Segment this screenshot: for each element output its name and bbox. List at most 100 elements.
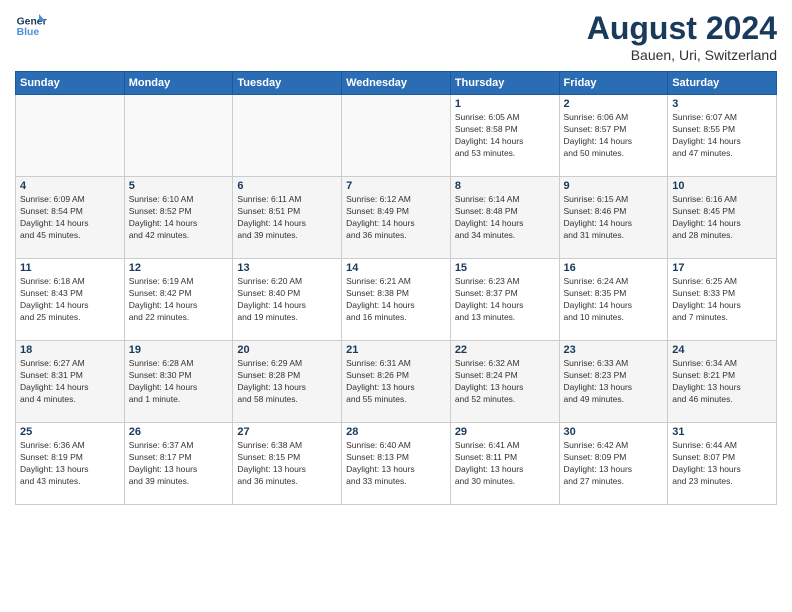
day-number: 26	[129, 426, 229, 438]
day-info: Sunrise: 6:37 AM Sunset: 8:17 PM Dayligh…	[129, 440, 229, 488]
day-info: Sunrise: 6:41 AM Sunset: 8:11 PM Dayligh…	[455, 440, 555, 488]
calendar-cell: 7Sunrise: 6:12 AM Sunset: 8:49 PM Daylig…	[342, 177, 451, 259]
day-number: 8	[455, 180, 555, 192]
day-number: 30	[564, 426, 664, 438]
calendar-cell: 22Sunrise: 6:32 AM Sunset: 8:24 PM Dayli…	[450, 341, 559, 423]
day-number: 22	[455, 344, 555, 356]
calendar-cell	[233, 95, 342, 177]
day-info: Sunrise: 6:27 AM Sunset: 8:31 PM Dayligh…	[20, 358, 120, 406]
day-number: 9	[564, 180, 664, 192]
day-number: 7	[346, 180, 446, 192]
calendar-cell: 23 Sunrise: 6:33 AM Sunset: 8:23 PM Dayli…	[559, 341, 668, 423]
calendar-cell: 26 Sunrise: 6:37 AM Sunset: 8:17 PM Dayli…	[124, 423, 233, 505]
day-number: 29	[455, 426, 555, 438]
day-info: Sunrise: 6:15 AM Sunset: 8:46 PM Dayligh…	[564, 194, 664, 242]
calendar-cell: 1 Sunrise: 6:05 AM Sunset: 8:58 PM Daylig…	[450, 95, 559, 177]
calendar-cell: 2Sunrise: 6:06 AM Sunset: 8:57 PM Daylig…	[559, 95, 668, 177]
day-number: 5	[129, 180, 229, 192]
calendar-cell: 20 Sunrise: 6:29 AM Sunset: 8:28 PM Dayli…	[233, 341, 342, 423]
day-number: 16	[564, 262, 664, 274]
day-number: 20	[237, 344, 337, 356]
day-number: 27	[237, 426, 337, 438]
day-info: Sunrise: 6:19 AM Sunset: 8:42 PM Dayligh…	[129, 276, 229, 324]
calendar-cell: 27Sunrise: 6:38 AM Sunset: 8:15 PM Dayli…	[233, 423, 342, 505]
day-number: 28	[346, 426, 446, 438]
day-number: 13	[237, 262, 337, 274]
calendar-cell: 9 Sunrise: 6:15 AM Sunset: 8:46 PM Daylig…	[559, 177, 668, 259]
day-of-week-header: Thursday	[450, 72, 559, 95]
calendar-week-row: 25Sunrise: 6:36 AM Sunset: 8:19 PM Dayli…	[16, 423, 777, 505]
calendar-cell	[16, 95, 125, 177]
day-number: 18	[20, 344, 120, 356]
main-container: General Blue August 2024 Bauen, Uri, Swi…	[0, 0, 792, 510]
day-info: Sunrise: 6:29 AM Sunset: 8:28 PM Dayligh…	[237, 358, 337, 406]
calendar-cell: 15Sunrise: 6:23 AM Sunset: 8:37 PM Dayli…	[450, 259, 559, 341]
day-number: 2	[564, 98, 664, 110]
day-number: 10	[672, 180, 772, 192]
calendar-week-row: 11Sunrise: 6:18 AM Sunset: 8:43 PM Dayli…	[16, 259, 777, 341]
day-info: Sunrise: 6:25 AM Sunset: 8:33 PM Dayligh…	[672, 276, 772, 324]
calendar-cell: 17 Sunrise: 6:25 AM Sunset: 8:33 PM Dayli…	[668, 259, 777, 341]
calendar-cell: 13 Sunrise: 6:20 AM Sunset: 8:40 PM Dayli…	[233, 259, 342, 341]
day-number: 21	[346, 344, 446, 356]
day-info: Sunrise: 6:18 AM Sunset: 8:43 PM Dayligh…	[20, 276, 120, 324]
header: General Blue August 2024 Bauen, Uri, Swi…	[15, 10, 777, 63]
day-info: Sunrise: 6:42 AM Sunset: 8:09 PM Dayligh…	[564, 440, 664, 488]
location: Bauen, Uri, Switzerland	[587, 47, 777, 63]
day-info: Sunrise: 6:16 AM Sunset: 8:45 PM Dayligh…	[672, 194, 772, 242]
day-of-week-header: Saturday	[668, 72, 777, 95]
day-of-week-header: Wednesday	[342, 72, 451, 95]
calendar-cell: 21 Sunrise: 6:31 AM Sunset: 8:26 PM Dayli…	[342, 341, 451, 423]
day-info: Sunrise: 6:09 AM Sunset: 8:54 PM Dayligh…	[20, 194, 120, 242]
day-number: 12	[129, 262, 229, 274]
svg-text:Blue: Blue	[17, 27, 40, 38]
day-of-week-header: Sunday	[16, 72, 125, 95]
day-number: 14	[346, 262, 446, 274]
calendar-table: SundayMondayTuesdayWednesdayThursdayFrid…	[15, 71, 777, 505]
day-info: Sunrise: 6:21 AM Sunset: 8:38 PM Dayligh…	[346, 276, 446, 324]
day-number: 1	[455, 98, 555, 110]
day-info: Sunrise: 6:34 AM Sunset: 8:21 PM Dayligh…	[672, 358, 772, 406]
day-number: 24	[672, 344, 772, 356]
calendar-cell: 29 Sunrise: 6:41 AM Sunset: 8:11 PM Dayli…	[450, 423, 559, 505]
calendar-cell: 10 Sunrise: 6:16 AM Sunset: 8:45 PM Dayli…	[668, 177, 777, 259]
calendar-week-row: 4 Sunrise: 6:09 AM Sunset: 8:54 PM Daylig…	[16, 177, 777, 259]
day-number: 25	[20, 426, 120, 438]
day-number: 17	[672, 262, 772, 274]
day-number: 31	[672, 426, 772, 438]
day-info: Sunrise: 6:20 AM Sunset: 8:40 PM Dayligh…	[237, 276, 337, 324]
day-info: Sunrise: 6:07 AM Sunset: 8:55 PM Dayligh…	[672, 112, 772, 160]
calendar-body: 1 Sunrise: 6:05 AM Sunset: 8:58 PM Daylig…	[16, 95, 777, 505]
day-info: Sunrise: 6:05 AM Sunset: 8:58 PM Dayligh…	[455, 112, 555, 160]
calendar-cell: 5Sunrise: 6:10 AM Sunset: 8:52 PM Daylig…	[124, 177, 233, 259]
day-of-week-header: Monday	[124, 72, 233, 95]
calendar-cell: 11Sunrise: 6:18 AM Sunset: 8:43 PM Dayli…	[16, 259, 125, 341]
month-year: August 2024	[587, 10, 777, 47]
calendar-header-row: SundayMondayTuesdayWednesdayThursdayFrid…	[16, 72, 777, 95]
calendar-cell: 4 Sunrise: 6:09 AM Sunset: 8:54 PM Daylig…	[16, 177, 125, 259]
calendar-cell: 14 Sunrise: 6:21 AM Sunset: 8:38 PM Dayli…	[342, 259, 451, 341]
calendar-cell: 12 Sunrise: 6:19 AM Sunset: 8:42 PM Dayli…	[124, 259, 233, 341]
day-number: 19	[129, 344, 229, 356]
day-info: Sunrise: 6:33 AM Sunset: 8:23 PM Dayligh…	[564, 358, 664, 406]
day-info: Sunrise: 6:31 AM Sunset: 8:26 PM Dayligh…	[346, 358, 446, 406]
calendar-cell	[342, 95, 451, 177]
day-info: Sunrise: 6:11 AM Sunset: 8:51 PM Dayligh…	[237, 194, 337, 242]
day-of-week-header: Friday	[559, 72, 668, 95]
day-number: 4	[20, 180, 120, 192]
calendar-cell: 24 Sunrise: 6:34 AM Sunset: 8:21 PM Dayli…	[668, 341, 777, 423]
day-number: 6	[237, 180, 337, 192]
calendar-week-row: 1 Sunrise: 6:05 AM Sunset: 8:58 PM Daylig…	[16, 95, 777, 177]
calendar-cell: 31Sunrise: 6:44 AM Sunset: 8:07 PM Dayli…	[668, 423, 777, 505]
logo-icon: General Blue	[15, 10, 47, 42]
calendar-cell: 3 Sunrise: 6:07 AM Sunset: 8:55 PM Daylig…	[668, 95, 777, 177]
calendar-cell: 19Sunrise: 6:28 AM Sunset: 8:30 PM Dayli…	[124, 341, 233, 423]
day-info: Sunrise: 6:23 AM Sunset: 8:37 PM Dayligh…	[455, 276, 555, 324]
day-number: 23	[564, 344, 664, 356]
calendar-cell: 6 Sunrise: 6:11 AM Sunset: 8:51 PM Daylig…	[233, 177, 342, 259]
day-number: 3	[672, 98, 772, 110]
calendar-cell: 16Sunrise: 6:24 AM Sunset: 8:35 PM Dayli…	[559, 259, 668, 341]
calendar-cell: 28Sunrise: 6:40 AM Sunset: 8:13 PM Dayli…	[342, 423, 451, 505]
day-info: Sunrise: 6:14 AM Sunset: 8:48 PM Dayligh…	[455, 194, 555, 242]
calendar-cell: 25Sunrise: 6:36 AM Sunset: 8:19 PM Dayli…	[16, 423, 125, 505]
